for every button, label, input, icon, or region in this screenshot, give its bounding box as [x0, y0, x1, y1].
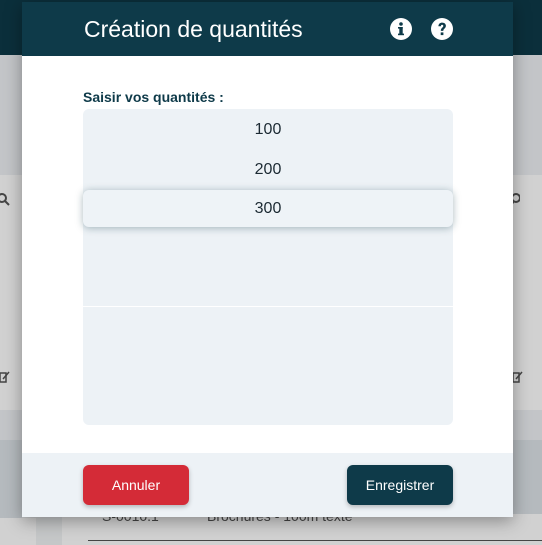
save-button[interactable]: Enregistrer: [347, 465, 453, 505]
quantity-item-selected[interactable]: 300: [83, 190, 453, 227]
dialog-footer: Annuler Enregistrer: [22, 453, 513, 517]
quantities-input-label: Saisir vos quantités :: [83, 89, 224, 105]
quantity-item[interactable]: 200: [83, 151, 453, 188]
quantity-creation-dialog: Création de quantités Saisir vos quantit…: [22, 2, 513, 517]
quantities-input-list[interactable]: 100 200 300: [83, 109, 453, 425]
info-circle-icon[interactable]: [390, 18, 412, 40]
cancel-button[interactable]: Annuler: [83, 465, 189, 505]
dialog-header: Création de quantités: [22, 2, 513, 56]
list-divider: [83, 306, 453, 307]
dialog-title: Création de quantités: [84, 16, 303, 42]
quantity-item[interactable]: 100: [83, 111, 453, 148]
question-circle-icon[interactable]: [431, 18, 453, 40]
